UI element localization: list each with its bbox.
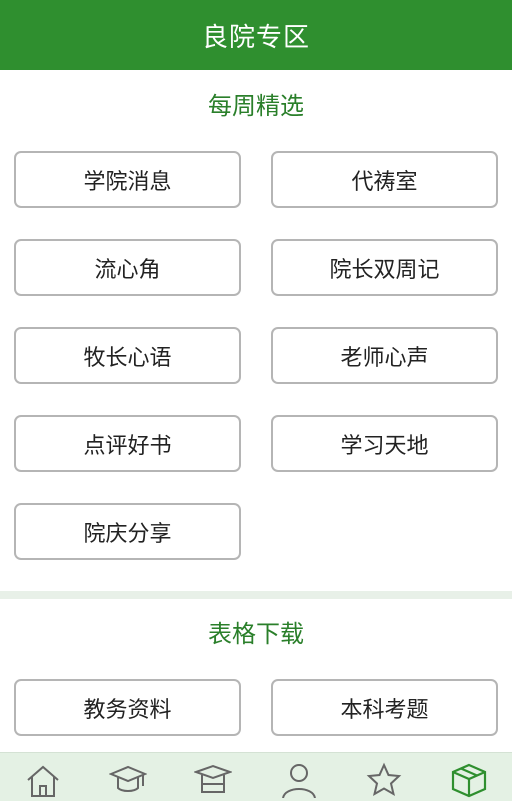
star-icon bbox=[366, 762, 402, 797]
section-title-weekly: 每周精选 bbox=[208, 92, 304, 120]
menu-button-anniversary-sharing[interactable]: 院庆分享 bbox=[14, 503, 241, 560]
box-icon bbox=[452, 763, 487, 798]
home-icon bbox=[27, 765, 59, 797]
tab-courses[interactable] bbox=[93, 753, 163, 801]
menu-button-book-review[interactable]: 点评好书 bbox=[14, 415, 241, 472]
menu-button-heart-corner[interactable]: 流心角 bbox=[14, 239, 241, 296]
menu-button-study-world[interactable]: 学习天地 bbox=[271, 415, 498, 472]
page-title: 良院专区 bbox=[201, 22, 310, 53]
tab-zone[interactable] bbox=[434, 753, 504, 801]
menu-button-academy-news[interactable]: 学院消息 bbox=[14, 151, 241, 208]
weekly-grid: 学院消息 代祷室 流心角 院长双周记 牧长心语 老师心声 点评好书 学习天地 院… bbox=[14, 151, 498, 591]
menu-button-prayer-room[interactable]: 代祷室 bbox=[271, 151, 498, 208]
header-bar: 良院专区 bbox=[0, 0, 512, 70]
user-icon bbox=[281, 764, 316, 798]
menu-button-exam-papers[interactable]: 本科考题 bbox=[271, 679, 498, 736]
menu-button-academic-materials[interactable]: 教务资料 bbox=[14, 679, 241, 736]
menu-button-teacher-voice[interactable]: 老师心声 bbox=[271, 327, 498, 384]
tab-profile[interactable] bbox=[264, 753, 334, 801]
bottom-tab-bar bbox=[0, 752, 512, 801]
tab-favorites[interactable] bbox=[349, 753, 419, 801]
tab-home[interactable] bbox=[8, 753, 78, 801]
menu-button-president-biweekly[interactable]: 院长双周记 bbox=[271, 239, 498, 296]
tab-academy[interactable] bbox=[178, 753, 248, 801]
mortarboard-icon bbox=[194, 764, 233, 793]
menu-button-pastor-words[interactable]: 牧长心语 bbox=[14, 327, 241, 384]
graduation-cap-icon bbox=[108, 765, 147, 792]
section-title-forms: 表格下载 bbox=[208, 620, 304, 648]
section-divider bbox=[0, 591, 512, 599]
